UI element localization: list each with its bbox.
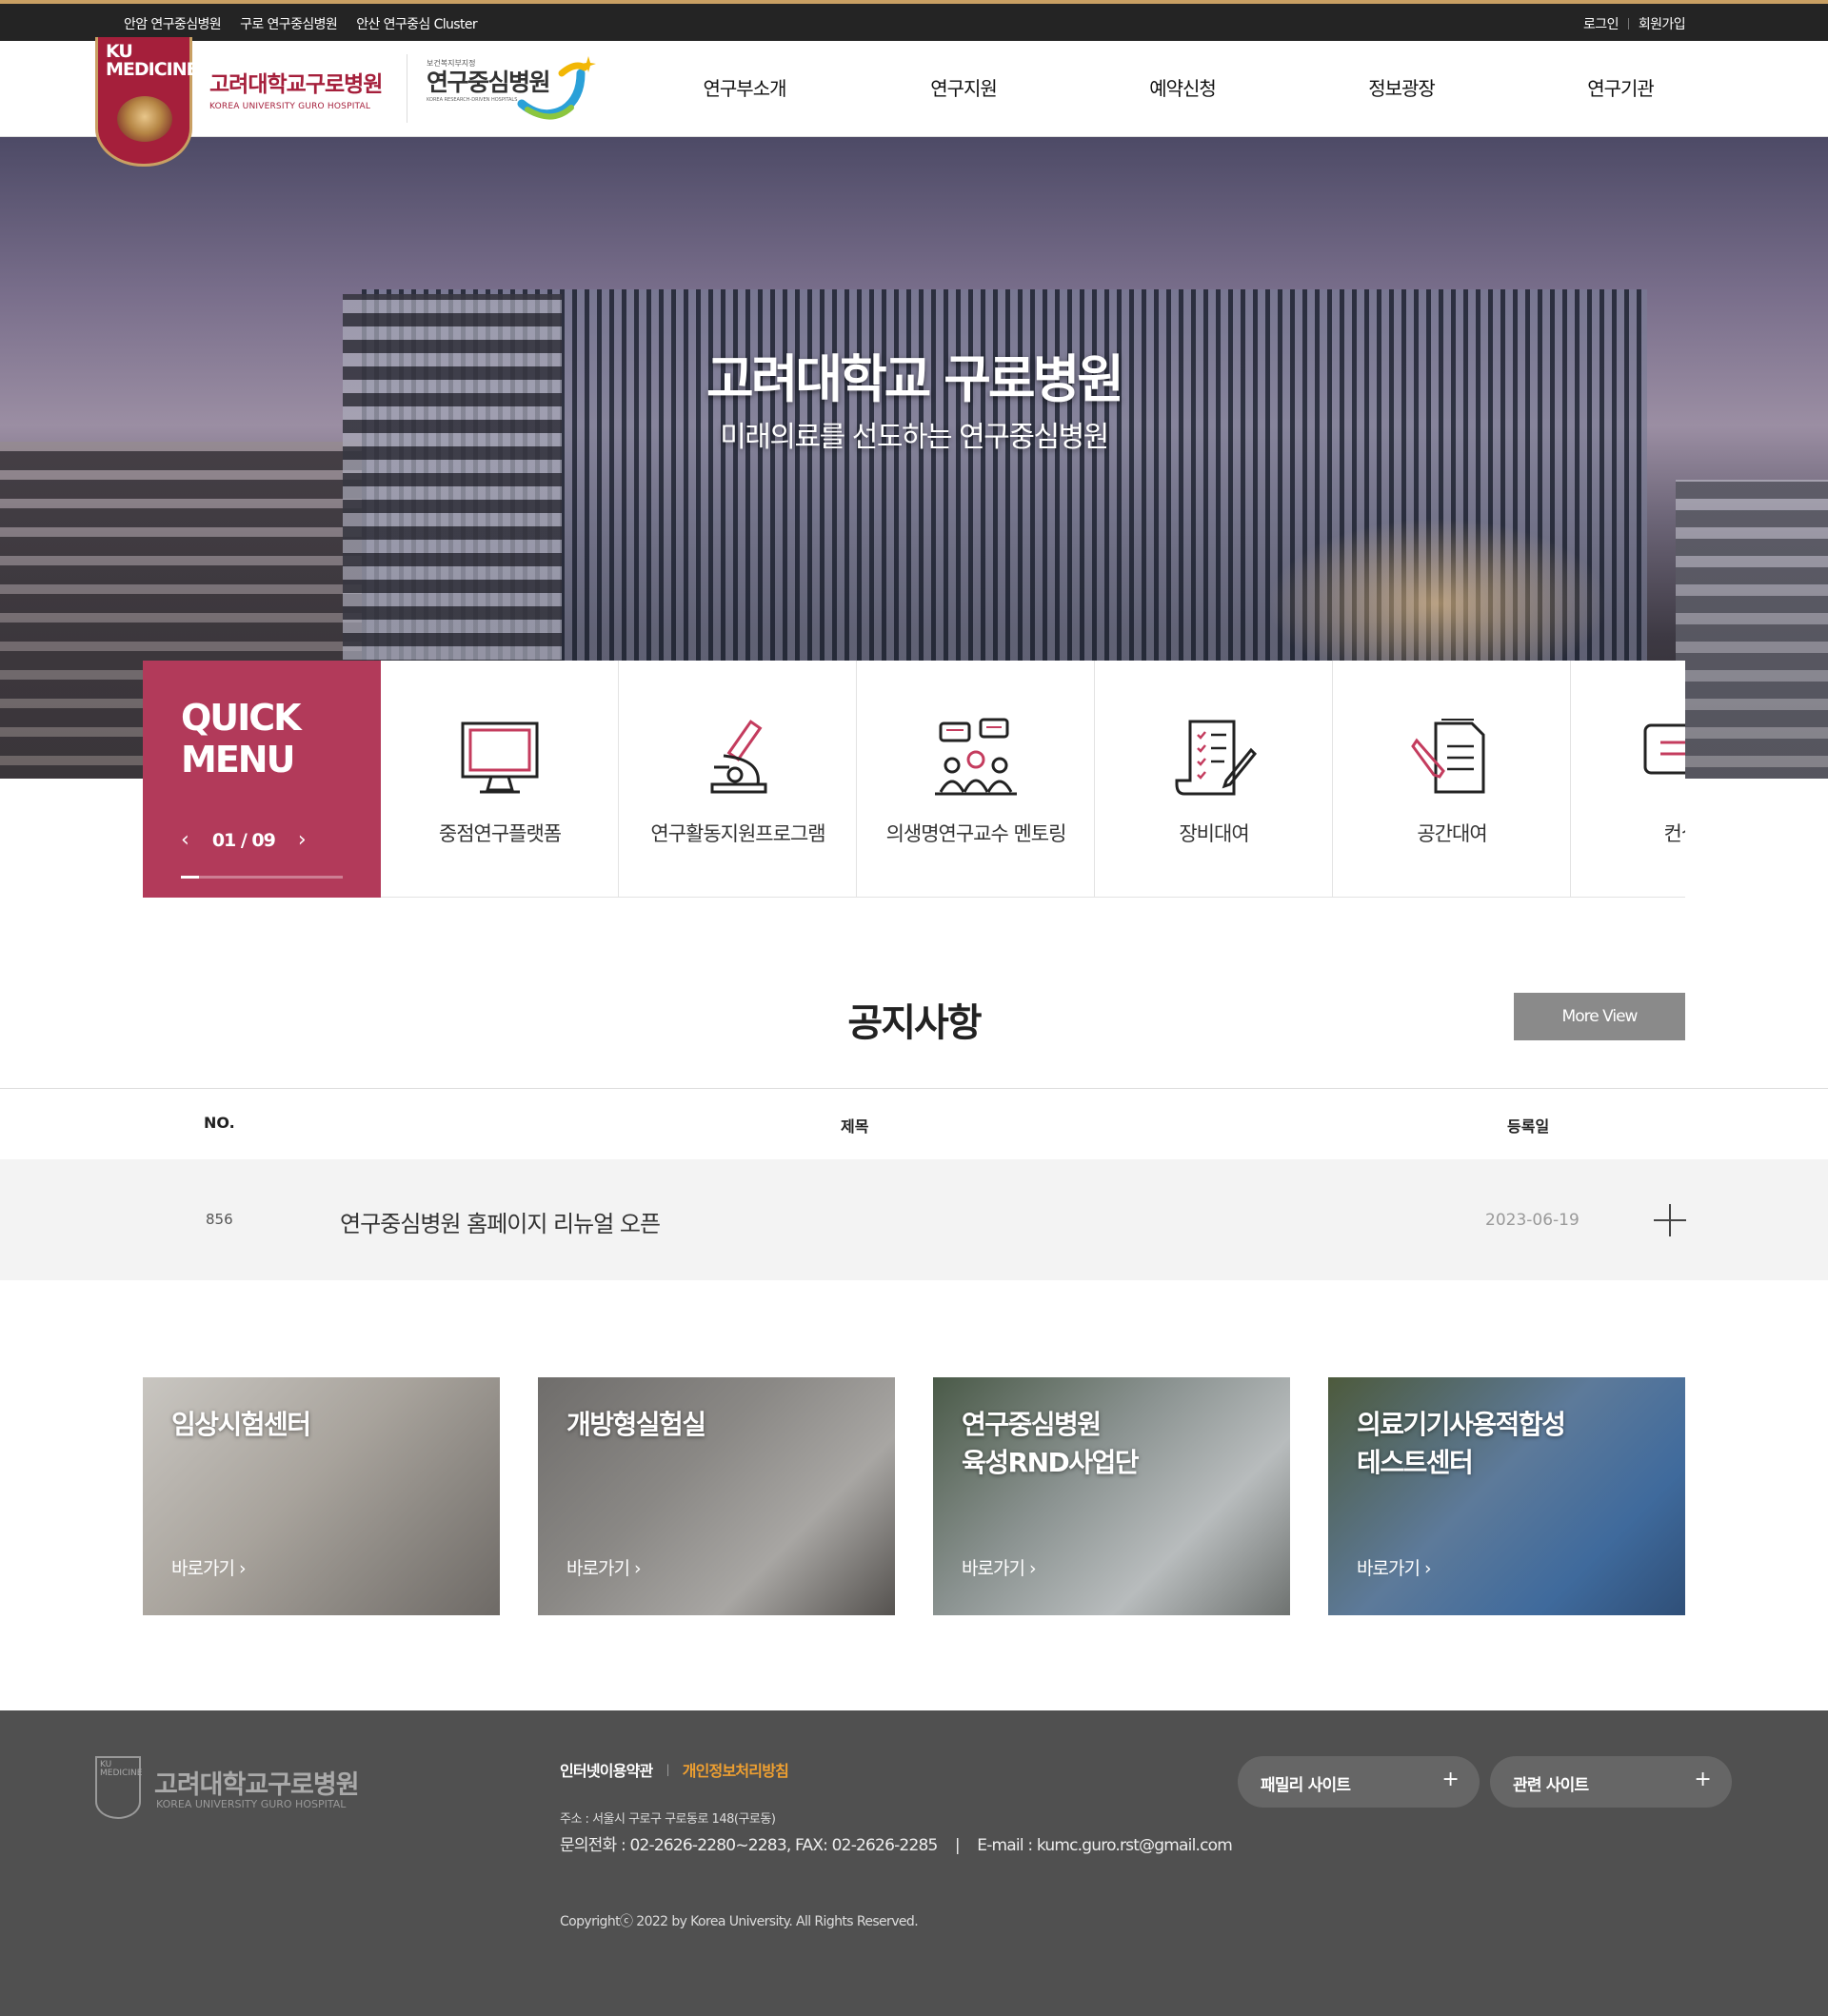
brand-name-ko: 고려대학교구로병원 — [209, 72, 383, 97]
quick-item-mentoring[interactable]: 의생명연구교수 멘토링 — [857, 661, 1095, 898]
more-view-button[interactable]: More View — [1514, 993, 1685, 1040]
family-site-label: 패밀리 사이트 — [1261, 1776, 1351, 1795]
link-ansan[interactable]: 안산 연구중심 Cluster — [356, 14, 477, 33]
notice-table-header: NO. 제목 등록일 — [0, 1088, 1828, 1159]
quick-item-label: 연구활동지원프로그램 — [650, 822, 825, 845]
quick-item-equipment[interactable]: 장비대여 — [1095, 661, 1333, 898]
table-row[interactable]: 856 연구중심병원 홈페이지 리뉴얼 오픈 2023-06-19 — [0, 1159, 1828, 1280]
card-title: 임상시험센터 — [171, 1409, 311, 1440]
footer-links: 인터넷이용약관 | 개인정보처리방침 — [560, 1758, 789, 1781]
footer-logo-ko: 고려대학교구로병원 — [154, 1770, 360, 1800]
hero-building-right — [1676, 480, 1828, 779]
shield-text: KU MEDICINE — [106, 41, 199, 80]
progress-fill — [181, 876, 199, 879]
card-title: 연구중심병원 육성RND사업단 — [962, 1409, 1140, 1478]
plus-icon[interactable] — [1654, 1204, 1686, 1236]
quick-menu-progress — [181, 876, 343, 879]
footer-copyright: Copyrightⓒ 2022 by Korea University. All… — [560, 1914, 919, 1929]
footer-logo-en: KOREA UNIVERSITY GURO HOSPITAL — [156, 1798, 347, 1810]
footer-contact: 문의전화 : 02-2626-2280~2283, FAX: 02-2626-2… — [560, 1836, 1233, 1855]
related-site-select[interactable]: 관련 사이트 + — [1490, 1756, 1732, 1808]
brand-name-en: KOREA UNIVERSITY GURO HOSPITAL — [209, 102, 371, 111]
ku-medicine-logo[interactable]: KU MEDICINE — [95, 37, 199, 167]
col-subject: 제목 — [841, 1117, 869, 1136]
quick-menu-pager: ‹ 01 / 09 › — [181, 828, 307, 852]
card-link[interactable]: 바로가기 › — [962, 1554, 1037, 1580]
nav-item-support[interactable]: 연구지원 — [854, 41, 1073, 136]
quick-menu-title-line2: MENU — [181, 739, 295, 781]
row-date: 2023-06-19 — [1485, 1211, 1580, 1230]
privacy-link[interactable]: 개인정보처리방침 — [683, 1758, 789, 1781]
card-link[interactable]: 바로가기 › — [566, 1554, 642, 1580]
quick-menu-header: QUICK MENU ‹ 01 / 09 › — [143, 661, 381, 898]
quick-menu-title-line1: QUICK — [181, 697, 302, 739]
quick-item-platform[interactable]: 중점연구플랫폼 — [381, 661, 619, 898]
nav-item-about[interactable]: 연구부소개 — [635, 41, 854, 136]
top-utility-bar: 안암 연구중심병원 구로 연구중심병원 안산 연구중심 Cluster 로그인 … — [0, 0, 1828, 41]
hospital-links: 안암 연구중심병원 구로 연구중심병원 안산 연구중심 Cluster — [124, 14, 478, 33]
terms-link[interactable]: 인터넷이용약관 — [560, 1758, 653, 1781]
checklist-icon — [1175, 720, 1257, 796]
tiger-emblem-icon — [117, 96, 172, 142]
related-site-label: 관련 사이트 — [1513, 1776, 1589, 1795]
quick-item-label: 공간대여 — [1417, 822, 1487, 845]
row-no: 856 — [206, 1211, 233, 1228]
quick-item-label: 의생명연구교수 멘토링 — [885, 822, 1067, 845]
nav-item-info[interactable]: 정보광장 — [1292, 41, 1511, 136]
page-indicator: 01 / 09 — [211, 829, 276, 851]
quick-item-label: 중점연구플랫폼 — [438, 822, 562, 845]
link-guro[interactable]: 구로 연구중심병원 — [240, 14, 338, 33]
card-title: 개방형실험실 — [566, 1409, 706, 1440]
quick-menu: QUICK MENU ‹ 01 / 09 › 중점연구플랫폼 연구활동지원프로그… — [143, 661, 1685, 898]
quick-item-consulting[interactable]: 컨설팅 — [1571, 661, 1685, 898]
microscope-icon — [710, 720, 767, 794]
nav-item-reservation[interactable]: 예약신청 — [1073, 41, 1292, 136]
quick-item-space[interactable]: 공간대여 — [1333, 661, 1571, 898]
quick-item-label: 컨설팅 — [1663, 822, 1685, 845]
card-rnd-group[interactable]: 연구중심병원 육성RND사업단 바로가기 › — [933, 1377, 1290, 1615]
hero-title: 고려대학교 구로병원 — [706, 349, 1124, 409]
card-link[interactable]: 바로가기 › — [171, 1554, 247, 1580]
signup-link[interactable]: 회원가입 — [1639, 14, 1686, 33]
login-link[interactable]: 로그인 — [1583, 14, 1619, 33]
quick-item-label: 장비대여 — [1179, 822, 1249, 845]
research-swoosh-icon — [517, 56, 596, 120]
col-no: NO. — [204, 1114, 235, 1132]
card-clinical-trial[interactable]: 임상시험센터 바로가기 › — [143, 1377, 500, 1615]
card-usability-center[interactable]: 의료기기사용적합성 테스트센터 바로가기 › — [1328, 1377, 1685, 1615]
col-date: 등록일 — [1507, 1117, 1550, 1136]
site-footer: KU MEDICINE 고려대학교구로병원 KOREA UNIVERSITY G… — [0, 1710, 1828, 2016]
main-nav: 연구부소개 연구지원 예약신청 정보광장 연구기관 — [635, 41, 1730, 136]
plus-icon: + — [1441, 1768, 1459, 1791]
consult-icon — [1643, 723, 1685, 775]
card-title: 의료기기사용적합성 테스트센터 — [1357, 1409, 1566, 1478]
row-title[interactable]: 연구중심병원 홈페이지 리뉴얼 오픈 — [340, 1205, 661, 1238]
auth-links: 로그인 회원가입 — [1583, 14, 1686, 33]
card-link[interactable]: 바로가기 › — [1357, 1554, 1432, 1580]
next-arrow-icon[interactable]: › — [298, 828, 307, 852]
hero-subtitle: 미래의료를 선도하는 연구중심병원 — [720, 421, 1109, 454]
nav-item-institutes[interactable]: 연구기관 — [1511, 41, 1730, 136]
plus-icon: + — [1694, 1768, 1711, 1791]
quick-item-program[interactable]: 연구활동지원프로그램 — [619, 661, 857, 898]
divider: | — [666, 1763, 669, 1776]
footer-shield-icon: KU MEDICINE — [95, 1756, 143, 1819]
mentoring-icon — [935, 718, 1017, 796]
footer-address: 주소 : 서울시 구로구 구로동로 148(구로동) — [560, 1812, 776, 1827]
footer-logo-mark: KU MEDICINE — [100, 1760, 143, 1778]
card-open-lab[interactable]: 개방형실험실 바로가기 › — [538, 1377, 895, 1615]
prev-arrow-icon[interactable]: ‹ — [181, 828, 189, 852]
divider — [1627, 18, 1629, 30]
hospital-brand[interactable]: 고려대학교구로병원 KOREA UNIVERSITY GURO HOSPITAL — [209, 66, 383, 111]
quick-menu-title: QUICK MENU — [181, 697, 302, 781]
monitor-icon — [461, 721, 539, 794]
link-anam[interactable]: 안암 연구중심병원 — [124, 14, 222, 33]
site-header: KU MEDICINE 고려대학교구로병원 KOREA UNIVERSITY G… — [0, 37, 1828, 167]
family-site-select[interactable]: 패밀리 사이트 + — [1238, 1756, 1480, 1808]
document-pen-icon — [1411, 719, 1485, 794]
